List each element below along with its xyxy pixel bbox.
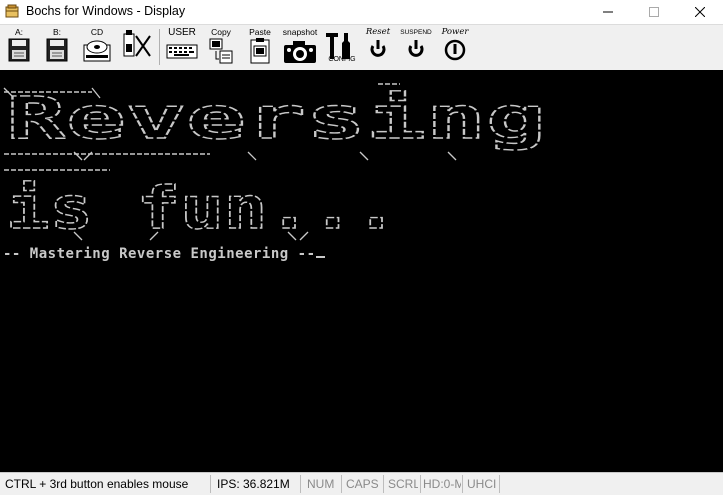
config-button[interactable]: CONFIG [323,28,356,68]
cdrom-label: CD [90,27,104,37]
copy-icon [209,38,233,64]
emulator-display[interactable]: Reversing is fun... -- Mastering Reverse… [0,70,723,472]
floppy-disk-icon [8,38,30,62]
banner-word-1: Reversing [6,84,546,152]
config-label: CONFIG [328,56,356,63]
close-icon [695,7,705,17]
status-hd: HD:0-M [423,477,461,491]
status-separator [341,475,342,493]
status-uhci: UHCI [467,477,497,491]
paste-label: Paste [249,27,271,37]
maximize-icon [649,7,659,17]
suspend-label: SUSPEND [400,29,432,36]
status-ips: IPS: 36.821M [217,477,290,491]
status-separator [383,475,384,493]
window-title: Bochs for Windows - Display [26,4,186,18]
minimize-icon [603,11,613,13]
user-label: USER [168,27,196,38]
toolbar-separator [159,29,160,65]
snapshot-label: snapshot [282,27,318,37]
cdrom-button[interactable]: CD [81,28,113,68]
reset-label: Reset [365,27,391,37]
suspend-button[interactable]: SUSPEND [399,28,433,68]
status-separator [499,475,500,493]
status-num: NUM [307,477,335,491]
floppy-a-button[interactable]: A: [4,28,34,68]
banner-word-2: is fun... [6,174,398,242]
power-label: Power [441,27,469,37]
power-icon [444,39,466,61]
status-bar: CTRL + 3rd button enables mouse IPS: 36.… [0,472,723,495]
user-button[interactable]: USER [164,28,200,68]
suspend-icon [408,40,424,57]
status-separator [300,475,301,493]
cdrom-icon [83,40,111,62]
status-separator [420,475,421,493]
usb-stick-icon [123,30,151,57]
status-separator [462,475,463,493]
floppy-disk-icon [46,38,68,62]
text-cursor [315,256,325,258]
usb-button[interactable] [118,28,154,68]
paste-icon [250,38,270,64]
status-caps: CAPS [346,477,379,491]
copy-label: Copy [211,27,231,37]
floppy-b-button[interactable]: B: [42,28,72,68]
status-scrl: SCRL [388,477,418,491]
paste-button[interactable]: Paste [245,28,275,68]
close-button[interactable] [677,0,723,24]
snapshot-button[interactable]: snapshot [281,28,319,68]
tagline: -- Mastering Reverse Engineering -- [3,246,325,262]
minimize-button[interactable] [585,0,631,24]
status-hint: CTRL + 3rd button enables mouse [5,477,189,491]
floppy-b-label: B: [52,27,62,37]
tagline-text: -- Mastering Reverse Engineering -- [3,246,316,262]
copy-button[interactable]: Copy [206,28,236,68]
camera-icon [284,41,316,63]
bochs-app-icon [5,4,19,18]
keyboard-icon [166,44,198,59]
ascii-banner: Reversing is fun... [3,83,547,243]
floppy-a-label: A: [14,27,24,37]
status-separator [210,475,211,493]
toolbar: A: B: CD USER Copy Paste snapshot CONFIG… [0,24,723,70]
power-button[interactable]: Power [438,28,472,68]
reset-icon [370,40,386,57]
reset-button[interactable]: Reset [362,28,394,68]
title-bar: Bochs for Windows - Display [0,0,723,24]
maximize-button[interactable] [631,0,677,24]
